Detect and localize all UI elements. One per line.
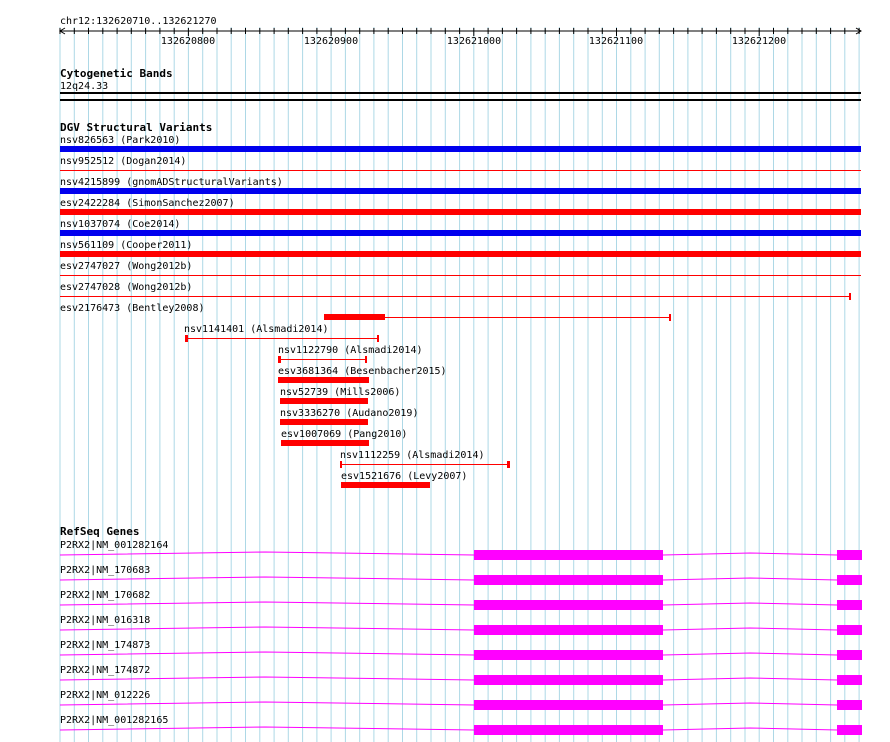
- transcript-label: P2RX2|NM_174873: [60, 640, 150, 651]
- variant-feature[interactable]: [280, 398, 368, 404]
- variant-label: nsv4215899 (gnomADStructuralVariants): [60, 177, 283, 188]
- variant-label: esv2176473 (Bentley2008): [60, 303, 205, 314]
- band-label: 12q24.33: [60, 81, 108, 92]
- variant-label: nsv1122790 (Alsmadi2014): [278, 345, 423, 356]
- transcript-row[interactable]: P2RX2|NM_016318: [59, 615, 862, 635]
- intron-line: [59, 576, 838, 581]
- variant-feature[interactable]: [60, 251, 861, 257]
- transcript-row[interactable]: P2RX2|NM_174872: [59, 665, 862, 685]
- exon-block[interactable]: [474, 650, 663, 660]
- transcript-row[interactable]: P2RX2|NM_001282164: [59, 540, 862, 560]
- tick-label: 132621200: [732, 36, 786, 47]
- tick-label: 132620800: [161, 36, 215, 47]
- exon-block[interactable]: [837, 550, 862, 560]
- exon-block[interactable]: [474, 550, 663, 560]
- transcript-row[interactable]: P2RX2|NM_170683: [59, 565, 862, 585]
- variant-label: nsv1037074 (Coe2014): [60, 219, 180, 230]
- exon-block[interactable]: [474, 700, 663, 710]
- tick-label: 132621100: [589, 36, 643, 47]
- region-label: chr12:132620710..132621270: [60, 16, 217, 27]
- tick-label: 132620900: [304, 36, 358, 47]
- transcript-row[interactable]: P2RX2|NM_001282165: [59, 715, 862, 735]
- chromosome-band[interactable]: [60, 92, 861, 94]
- transcript-row[interactable]: P2RX2|NM_174873: [59, 640, 862, 660]
- exon-block[interactable]: [474, 725, 663, 735]
- variant-label: nsv1141401 (Alsmadi2014): [184, 324, 329, 335]
- variant-feature[interactable]: [341, 482, 430, 488]
- variant-feature[interactable]: [60, 146, 861, 152]
- transcript-label: P2RX2|NM_001282164: [60, 540, 168, 551]
- ruler: chr12:132620710..132621270 132620800 132…: [59, 16, 862, 47]
- variant-label: nsv952512 (Dogan2014): [60, 156, 186, 167]
- transcript-label: P2RX2|NM_001282165: [60, 715, 168, 726]
- track-title: RefSeq Genes: [60, 525, 139, 538]
- variant-feature[interactable]: [60, 293, 851, 300]
- variant-feature[interactable]: [324, 314, 671, 321]
- track-separator: [60, 99, 861, 101]
- exon-block[interactable]: [474, 625, 663, 635]
- variant-feature[interactable]: [60, 230, 861, 236]
- transcript-row[interactable]: P2RX2|NM_170682: [59, 590, 862, 610]
- exon-block[interactable]: [837, 700, 862, 710]
- intron-line: [59, 601, 838, 606]
- track-title: DGV Structural Variants: [60, 121, 212, 134]
- exon-block[interactable]: [474, 675, 663, 685]
- intron-line: [59, 701, 838, 706]
- cytoband-track[interactable]: Cytogenetic Bands 12q24.33: [60, 67, 861, 101]
- variant-feature[interactable]: [60, 170, 861, 171]
- variant-label: esv2747028 (Wong2012b): [60, 282, 192, 293]
- dgv-track: DGV Structural Variants nsv826563 (Park2…: [60, 121, 861, 488]
- variant-feature[interactable]: [278, 377, 369, 383]
- variant-label: esv3681364 (Besenbacher2015): [278, 366, 447, 377]
- variant-feature[interactable]: [60, 188, 861, 194]
- transcript-label: P2RX2|NM_174872: [60, 665, 150, 676]
- exon-block[interactable]: [837, 725, 862, 735]
- variant-label: nsv52739 (Mills2006): [280, 387, 400, 398]
- genome-browser-view: chr12:132620710..132621270 132620800 132…: [59, 16, 862, 742]
- variant-feature[interactable]: [278, 356, 367, 363]
- intron-line: [59, 676, 838, 681]
- variant-label: nsv3336270 (Audano2019): [280, 408, 418, 419]
- variant-label: esv2422284 (SimonSanchez2007): [60, 198, 235, 209]
- variant-feature[interactable]: [340, 461, 510, 468]
- intron-line: [59, 651, 838, 656]
- variant-feature[interactable]: [60, 275, 861, 276]
- variant-label: esv1521676 (Levy2007): [341, 471, 467, 482]
- variant-feature[interactable]: [60, 209, 861, 215]
- exon-block[interactable]: [474, 575, 663, 585]
- variant-label: esv1007069 (Pang2010): [281, 429, 407, 440]
- variant-feature[interactable]: [280, 419, 368, 425]
- exon-block[interactable]: [837, 625, 862, 635]
- intron-line: [59, 626, 838, 631]
- transcript-label: P2RX2|NM_012226: [60, 690, 150, 701]
- track-title: Cytogenetic Bands: [60, 67, 173, 80]
- transcript-label: P2RX2|NM_170683: [60, 565, 150, 576]
- variant-feature[interactable]: [281, 440, 369, 446]
- exon-block[interactable]: [837, 600, 862, 610]
- variant-feature[interactable]: [185, 335, 379, 342]
- transcript-label: P2RX2|NM_016318: [60, 615, 150, 626]
- exon-block[interactable]: [474, 600, 663, 610]
- variant-label: nsv561109 (Cooper2011): [60, 240, 192, 251]
- tick-label: 132621000: [447, 36, 501, 47]
- refseq-track: RefSeq Genes P2RX2|NM_001282164 P2RX2|NM_…: [59, 525, 862, 735]
- intron-line: [59, 726, 838, 731]
- exon-block[interactable]: [837, 575, 862, 585]
- transcript-row[interactable]: P2RX2|NM_012226: [59, 690, 862, 710]
- exon-block[interactable]: [837, 675, 862, 685]
- transcript-label: P2RX2|NM_170682: [60, 590, 150, 601]
- exon-block[interactable]: [837, 650, 862, 660]
- variant-label: nsv826563 (Park2010): [60, 135, 180, 146]
- intron-line: [59, 551, 838, 556]
- variant-label: nsv1112259 (Alsmadi2014): [340, 450, 485, 461]
- variant-label: esv2747027 (Wong2012b): [60, 261, 192, 272]
